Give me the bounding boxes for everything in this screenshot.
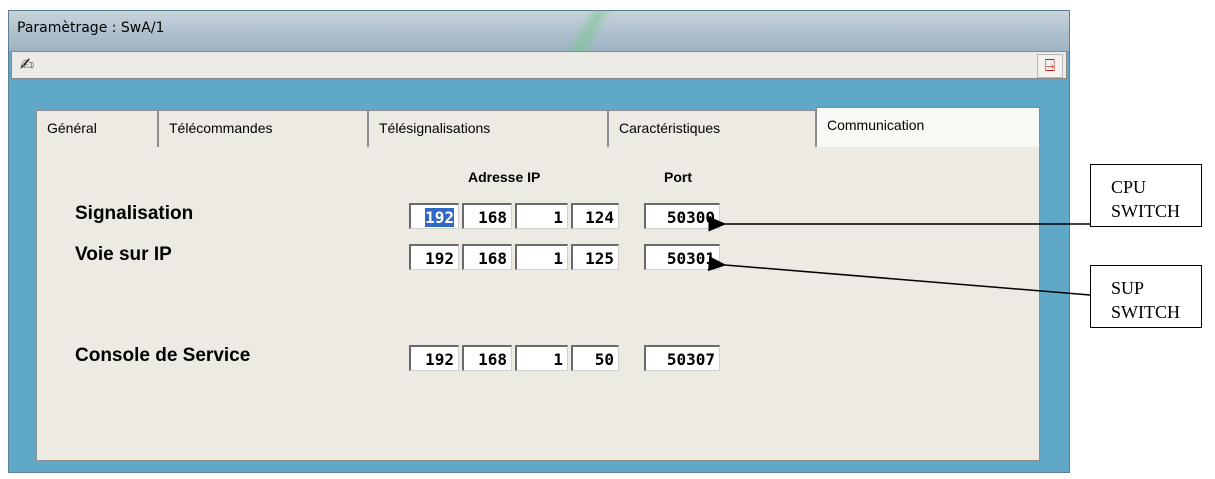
callout-line: CPU [1111, 177, 1147, 197]
annotation-arrows [707, 216, 1091, 296]
callout-line: SWITCH [1111, 302, 1180, 322]
sup-switch-callout: SUP SWITCH [1090, 265, 1202, 328]
cpu-switch-callout: CPU SWITCH [1090, 164, 1202, 227]
callout-line: SUP [1111, 278, 1145, 298]
sup-switch-arrow [707, 256, 1091, 296]
callout-line: SWITCH [1111, 201, 1180, 221]
